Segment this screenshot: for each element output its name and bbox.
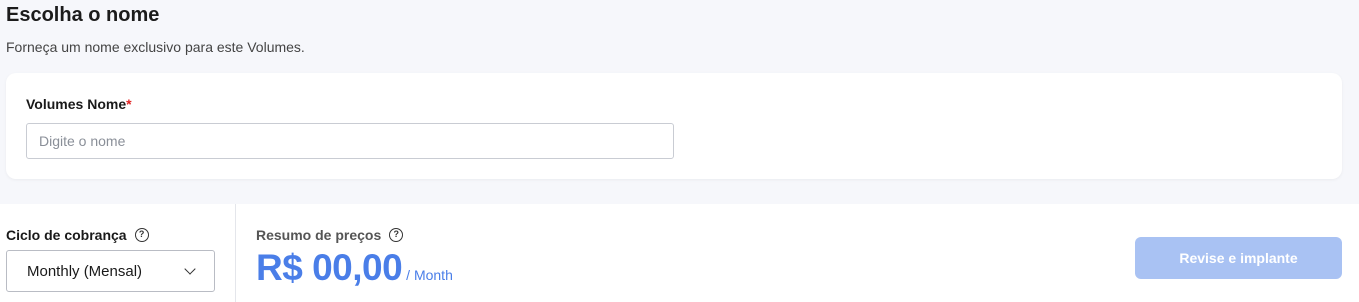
chevron-down-icon	[184, 263, 196, 275]
question-circle-icon[interactable]: ?	[134, 228, 149, 242]
question-circle-icon[interactable]: ?	[389, 228, 404, 242]
section-description: Forneça um nome exclusivo para este Volu…	[6, 39, 305, 55]
price-period: / Month	[406, 267, 453, 283]
billing-cycle-label: Ciclo de cobrança ?	[6, 227, 149, 243]
price-summary-label: Resumo de preços ?	[256, 227, 404, 243]
name-field-label: Volumes Nome*	[26, 96, 132, 112]
section-title: Escolha o nome	[6, 4, 160, 26]
billing-cycle-select[interactable]: Monthly (Mensal)	[6, 250, 215, 292]
footer-divider	[235, 204, 236, 302]
price-amount: R$ 00,00	[256, 247, 403, 288]
review-deploy-button[interactable]: Revise e implante	[1135, 237, 1342, 279]
price-summary-label-text: Resumo de preços	[256, 227, 382, 243]
name-input[interactable]	[26, 123, 674, 159]
name-field-label-text: Volumes Nome	[26, 96, 127, 112]
billing-cycle-value: Monthly (Mensal)	[27, 262, 143, 280]
price-summary: R$ 00,00 / Month	[256, 247, 453, 289]
billing-cycle-label-text: Ciclo de cobrança	[6, 227, 127, 243]
required-mark: *	[126, 96, 132, 112]
footer-bar: Ciclo de cobrança ? Monthly (Mensal) Res…	[0, 204, 1359, 302]
name-card: Volumes Nome*	[6, 73, 1342, 179]
